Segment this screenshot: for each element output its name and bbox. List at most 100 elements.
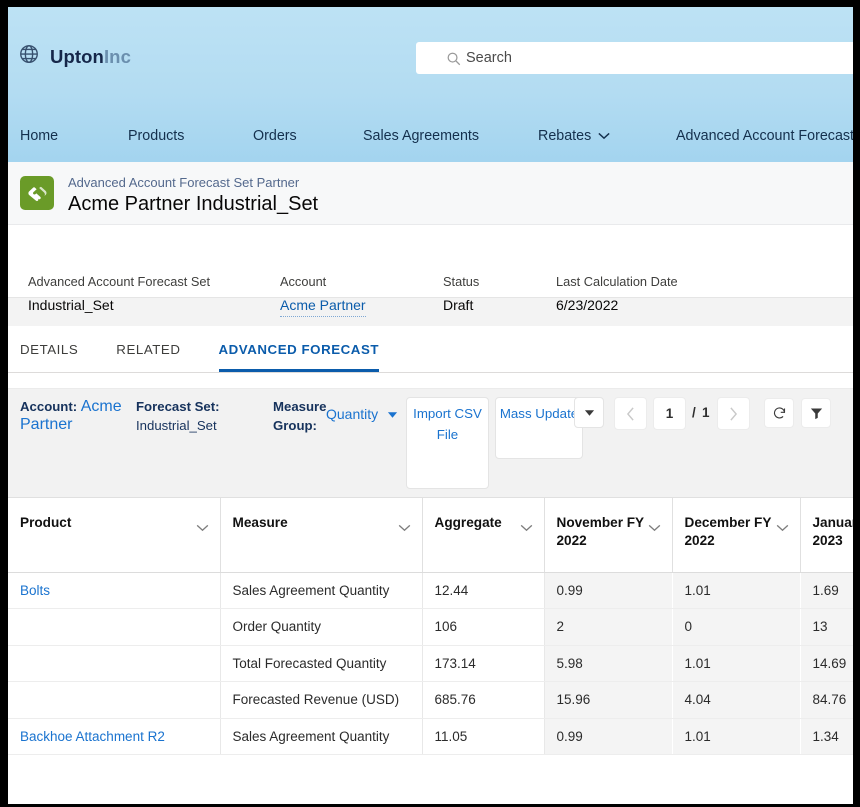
column-header-label: November FY 2022 [557,515,644,548]
record-tabs: DETAILS RELATED ADVANCED FORECAST [8,326,853,373]
global-header: UptonInc Home Products Orders Sales Agreeme… [8,7,853,162]
cell-december-fy-2022[interactable]: 4.04 [672,682,800,719]
table-row: BoltsSales Agreement Quantity12.440.991.… [8,572,853,609]
table-row: Total Forecasted Quantity173.145.981.011… [8,645,853,682]
cell-measure: Sales Agreement Quantity [220,718,422,755]
nav-item-label: Orders [253,128,297,144]
highlight-value: 6/23/2022 [556,294,678,316]
tab-advanced-forecast[interactable]: ADVANCED FORECAST [219,326,380,372]
nav-item-label: Products [128,128,184,144]
nav-item-sales-agreements[interactable]: Sales Agreements [363,128,479,144]
cell-january-2023[interactable]: 1.69 [800,572,853,609]
brand-logo[interactable]: UptonInc [18,43,131,70]
record-type-label: Advanced Account Forecast Set Partner [68,174,318,191]
mass-update-button[interactable]: Mass Update [495,397,583,459]
highlight-label: Status [443,272,479,292]
product-link[interactable]: Backhoe Attachment R2 [20,729,165,744]
cell-january-2023[interactable]: 1.34 [800,718,853,755]
handshake-icon [20,176,54,210]
chevron-down-icon[interactable] [196,519,209,537]
cell-january-2023[interactable]: 13 [800,609,853,646]
nav-item-products[interactable]: Products [128,128,184,144]
chevron-down-icon[interactable] [776,519,789,537]
cell-december-fy-2022[interactable]: 1.01 [672,718,800,755]
page-separator: / [692,405,696,420]
forecast-toolbar: Account: Acme Partner Forecast Set: Indu… [8,388,853,498]
measure-group-value: Quantity [326,406,378,422]
column-header-label: January 2023 [813,515,854,548]
cell-aggregate: 173.14 [422,645,544,682]
highlight-field-status: StatusDraft [443,272,479,316]
cell-january-2023[interactable]: 84.76 [800,682,853,719]
import-csv-file-button[interactable]: Import CSV File [406,397,489,489]
cell-november-fy-2022[interactable]: 5.98 [544,645,672,682]
cell-product [8,682,220,719]
search-input[interactable] [466,50,853,66]
cell-january-2023[interactable]: 14.69 [800,645,853,682]
highlight-field-advanced-account-forecast-set: Advanced Account Forecast SetIndustrial_… [28,272,210,316]
chevron-down-icon[interactable] [398,519,411,537]
prev-page-button[interactable] [614,397,647,430]
cell-november-fy-2022[interactable]: 2 [544,609,672,646]
highlight-value[interactable]: Acme Partner [280,294,366,317]
product-link[interactable]: Bolts [20,583,50,598]
page-total: 1 [702,405,710,420]
chevron-down-icon [598,128,610,144]
highlight-label: Last Calculation Date [556,272,678,292]
cell-aggregate: 12.44 [422,572,544,609]
nav-item-label: Rebates [538,128,591,144]
column-header-november-fy-2022[interactable]: November FY 2022 [544,498,672,572]
mass-update-menu-button[interactable] [574,397,604,428]
column-header-label: Aggregate [435,515,502,530]
table-row: Forecasted Revenue (USD)685.7615.964.048… [8,682,853,719]
page-number-input[interactable]: 1 [653,397,686,430]
column-header-december-fy-2022[interactable]: December FY 2022 [672,498,800,572]
cell-november-fy-2022[interactable]: 0.99 [544,718,672,755]
toolbar-forecast-set-label: Forecast Set: [136,397,256,416]
chevron-down-icon[interactable] [648,519,661,537]
refresh-icon[interactable] [764,398,794,428]
highlight-label: Account [280,272,366,292]
global-search[interactable] [416,42,853,74]
cell-november-fy-2022[interactable]: 15.96 [544,682,672,719]
toolbar-forecast-set-value: Industrial_Set [136,416,256,435]
filter-icon[interactable] [801,398,831,428]
brand-name: UptonInc [50,46,131,68]
toolbar-account-label: Account: [20,399,77,414]
column-header-product[interactable]: Product [8,498,220,572]
brand-name-light: Inc [104,46,131,67]
nav-item-home[interactable]: Home [20,128,58,144]
cell-product[interactable]: Backhoe Attachment R2 [8,718,220,755]
cell-december-fy-2022[interactable]: 1.01 [672,572,800,609]
cell-product [8,645,220,682]
cell-measure: Order Quantity [220,609,422,646]
cell-aggregate: 685.76 [422,682,544,719]
highlight-value: Industrial_Set [28,294,210,316]
cell-aggregate: 11.05 [422,718,544,755]
nav-item-rebates[interactable]: Rebates [538,128,610,144]
column-header-label: December FY 2022 [685,515,772,548]
cell-december-fy-2022[interactable]: 1.01 [672,645,800,682]
measure-group-select[interactable]: Quantity [326,406,398,422]
search-icon [446,51,461,71]
page-title: Acme Partner Industrial_Set [68,192,318,217]
column-header-measure[interactable]: Measure [220,498,422,572]
cell-product [8,609,220,646]
cell-measure: Total Forecasted Quantity [220,645,422,682]
column-header-aggregate[interactable]: Aggregate [422,498,544,572]
tab-related[interactable]: RELATED [116,326,180,372]
browser-frame: UptonInc Home Products Orders Sales Agreeme… [0,0,860,807]
next-page-button[interactable] [717,397,750,430]
nav-item-orders[interactable]: Orders [253,128,297,144]
tab-details[interactable]: DETAILS [20,326,78,372]
nav-item-advanced-account-forecasts[interactable]: Advanced Account Forecasts [676,128,853,144]
nav-item-label: Advanced Account Forecasts [676,128,853,144]
column-header-january-2023[interactable]: January 2023 [800,498,853,572]
cell-november-fy-2022[interactable]: 0.99 [544,572,672,609]
cell-product[interactable]: Bolts [8,572,220,609]
globe-icon [18,43,40,70]
chevron-down-icon[interactable] [520,519,533,537]
cell-december-fy-2022[interactable]: 0 [672,609,800,646]
brand-name-bold: Upton [50,46,104,67]
grid-header-row: ProductMeasure Aggregate November FY 2022 D… [8,498,853,572]
